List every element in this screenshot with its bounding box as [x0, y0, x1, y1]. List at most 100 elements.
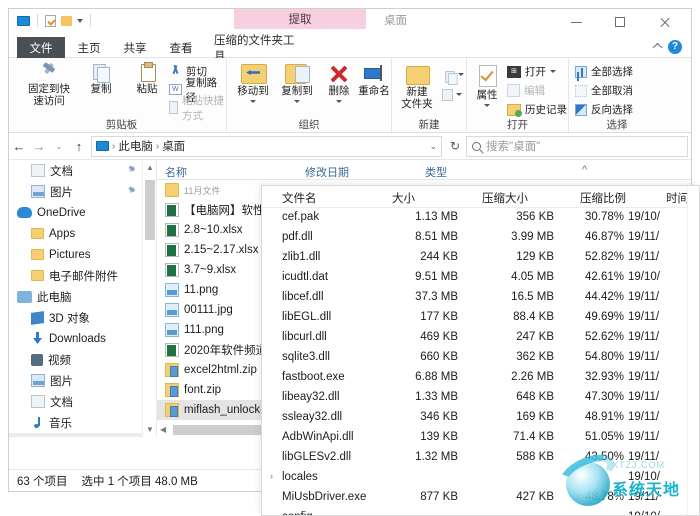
- chevron-down-icon[interactable]: [456, 93, 462, 96]
- back-button[interactable]: ←: [9, 135, 29, 157]
- dropdown-caret-icon[interactable]: [77, 18, 83, 23]
- column-header-date[interactable]: 修改日期: [305, 164, 349, 180]
- scroll-left-icon[interactable]: ◀: [160, 425, 166, 434]
- history-button[interactable]: 历史记录: [507, 101, 567, 118]
- column-header-compressed-size[interactable]: 压缩大小: [482, 190, 528, 206]
- column-header-size[interactable]: 大小: [392, 190, 415, 206]
- breadcrumb-item-desktop[interactable]: 桌面: [162, 138, 185, 154]
- search-input[interactable]: 搜索"桌面": [486, 138, 540, 154]
- expand-chevron-icon[interactable]: ›: [270, 471, 273, 481]
- minimize-button[interactable]: [555, 9, 597, 35]
- move-to-button[interactable]: 移动到: [231, 62, 275, 103]
- nav-item-Apps[interactable]: Apps: [9, 223, 156, 244]
- chevron-down-icon[interactable]: [550, 70, 556, 73]
- easy-access-button[interactable]: [442, 86, 462, 103]
- breadcrumb-item-this-pc[interactable]: 此电脑: [118, 138, 153, 154]
- folder-icon: [165, 183, 179, 197]
- tab-file[interactable]: 文件: [17, 37, 65, 58]
- archive-row[interactable]: config 19/10/: [262, 508, 699, 515]
- search-box[interactable]: 搜索"桌面": [466, 135, 688, 157]
- nav-item-电子邮件附件[interactable]: 电子邮件附件: [9, 265, 156, 286]
- monitor-icon[interactable]: [17, 15, 30, 26]
- new-item-button[interactable]: [442, 66, 464, 85]
- tab-share[interactable]: 共享: [113, 37, 157, 58]
- nav-item-此电脑[interactable]: 此电脑: [9, 286, 156, 307]
- column-header-type[interactable]: 类型: [425, 164, 447, 180]
- nav-scrollbar[interactable]: ▲ ▼: [142, 160, 156, 437]
- properties-icon[interactable]: [45, 14, 56, 27]
- breadcrumb[interactable]: › 此电脑 › 桌面 ⌄: [91, 135, 442, 157]
- archive-row[interactable]: libeay32.dll 1.33 MB 648 KB 47.30% 19/11/: [262, 388, 699, 408]
- paste-shortcut-button[interactable]: 粘贴快捷方式: [169, 95, 226, 122]
- copy-button[interactable]: 复制: [75, 62, 127, 96]
- scroll-down-icon[interactable]: ▼: [146, 425, 154, 434]
- pin-to-quick-access-button[interactable]: 固定到快 速访问: [23, 62, 75, 107]
- chevron-down-icon[interactable]: [294, 99, 300, 103]
- archive-row[interactable]: libcurl.dll 469 KB 247 KB 52.62% 19/11/: [262, 328, 699, 348]
- column-header-filename[interactable]: 文件名: [282, 190, 317, 206]
- edit-button[interactable]: 编辑: [507, 82, 545, 99]
- tab-home[interactable]: 主页: [67, 37, 111, 58]
- chevron-down-icon[interactable]: [336, 99, 342, 103]
- archive-row[interactable]: zlib1.dll 244 KB 129 KB 52.82% 19/11/: [262, 248, 699, 268]
- nav-item-图片[interactable]: 图片: [9, 181, 156, 202]
- up-button[interactable]: ↑: [69, 135, 89, 157]
- nav-item-文档[interactable]: 文档: [9, 391, 156, 412]
- new-folder-button[interactable]: 新建 文件夹: [394, 64, 440, 110]
- archive-row[interactable]: ssleay32.dll 346 KB 169 KB 48.91% 19/11/: [262, 408, 699, 428]
- chevron-down-icon[interactable]: [250, 99, 256, 103]
- contextual-tab-header[interactable]: 提取: [234, 9, 366, 29]
- archive-row[interactable]: pdf.dll 8.51 MB 3.99 MB 46.87% 19/11/: [262, 228, 699, 248]
- nav-item-视频[interactable]: 视频: [9, 349, 156, 370]
- scroll-up-icon[interactable]: ▲: [146, 163, 154, 172]
- tab-compressed-folder-tools[interactable]: 压缩的文件夹工具: [205, 35, 311, 63]
- column-header-name[interactable]: 名称: [165, 164, 187, 180]
- invert-selection-button[interactable]: 反向选择: [575, 101, 633, 118]
- collapse-ribbon-icon[interactable]: [652, 42, 661, 51]
- column-header-time[interactable]: 时间: [666, 190, 689, 206]
- close-button[interactable]: [643, 9, 685, 35]
- archive-row[interactable]: libGLESv2.dll 1.32 MB 588 KB 43.50% 19/11/: [262, 448, 699, 468]
- archive-row[interactable]: libEGL.dll 177 KB 88.4 KB 49.69% 19/11/: [262, 308, 699, 328]
- select-none-button[interactable]: 全部取消: [575, 82, 633, 99]
- nav-item-OneDrive[interactable]: OneDrive: [9, 202, 156, 223]
- recent-locations-button[interactable]: ⌄: [49, 135, 69, 157]
- select-all-button[interactable]: 全部选择: [575, 63, 633, 80]
- chevron-down-icon[interactable]: [458, 73, 464, 76]
- nav-item-图片[interactable]: 图片: [9, 370, 156, 391]
- maximize-button[interactable]: [599, 9, 641, 35]
- paste-button[interactable]: 粘贴: [121, 62, 173, 96]
- copy-to-button[interactable]: 复制到: [275, 62, 319, 103]
- delete-button[interactable]: 删除: [321, 62, 357, 103]
- forward-button[interactable]: →: [29, 135, 49, 157]
- archive-scrollbar[interactable]: [687, 186, 699, 515]
- open-button[interactable]: ⊞ 打开: [507, 63, 556, 80]
- nav-item-Pictures[interactable]: Pictures: [9, 244, 156, 265]
- archive-row[interactable]: fastboot.exe 6.88 MB 2.26 MB 32.93% 19/11/: [262, 368, 699, 388]
- nav-item-3D 对象[interactable]: 3D 对象: [9, 307, 156, 328]
- column-header-ratio[interactable]: 压缩比例: [580, 190, 626, 206]
- chevron-down-icon[interactable]: ⌄: [429, 141, 437, 152]
- archive-row[interactable]: MiUsbDriver.exe 877 KB 427 KB 48.78% 19/11/: [262, 488, 699, 508]
- pin-icon[interactable]: [128, 166, 137, 175]
- nav-item-文档[interactable]: 文档: [9, 160, 156, 181]
- folder-icon[interactable]: [61, 15, 72, 26]
- refresh-button[interactable]: ↻: [444, 136, 466, 157]
- archive-row[interactable]: cef.pak 1.13 MB 356 KB 30.78% 19/10/: [262, 208, 699, 228]
- select-none-icon: [575, 84, 587, 97]
- nav-item-音乐[interactable]: 音乐: [9, 412, 156, 433]
- nav-item-桌面[interactable]: 桌面: [9, 433, 156, 437]
- chevron-down-icon[interactable]: [484, 103, 490, 107]
- rename-button[interactable]: 重命名: [353, 62, 395, 98]
- properties-button[interactable]: 属性: [469, 64, 505, 107]
- archive-row[interactable]: AdbWinApi.dll 139 KB 71.4 KB 51.05% 19/11/: [262, 428, 699, 448]
- scrollbar-thumb[interactable]: [145, 180, 155, 240]
- archive-row[interactable]: sqlite3.dll 660 KB 362 KB 54.80% 19/11/: [262, 348, 699, 368]
- archive-row[interactable]: › locales 19/10/: [262, 468, 699, 488]
- tab-view[interactable]: 查看: [159, 37, 203, 58]
- archive-row[interactable]: libcef.dll 37.3 MB 16.5 MB 44.42% 19/11/: [262, 288, 699, 308]
- archive-row[interactable]: icudtl.dat 9.51 MB 4.05 MB 42.61% 19/10/: [262, 268, 699, 288]
- help-button[interactable]: ?: [668, 40, 682, 54]
- nav-item-Downloads[interactable]: Downloads: [9, 328, 156, 349]
- pin-icon[interactable]: [128, 187, 137, 196]
